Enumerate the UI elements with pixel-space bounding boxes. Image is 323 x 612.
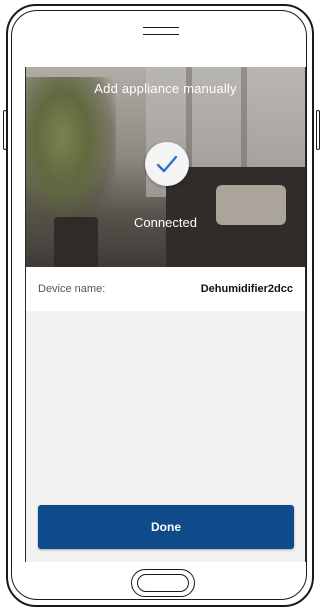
page-title: Add appliance manually <box>94 81 237 96</box>
earpiece-speaker-lower <box>143 34 179 35</box>
done-button[interactable]: Done <box>38 505 294 549</box>
connection-status: Connected <box>134 215 197 230</box>
volume-button <box>3 110 7 150</box>
device-name-row: Device name: Dehumidifier2dcc <box>26 267 305 311</box>
checkmark-icon <box>145 142 189 186</box>
home-button[interactable] <box>131 569 195 597</box>
device-name-label: Device name: <box>38 283 106 295</box>
earpiece-speaker <box>143 27 179 28</box>
app-screen: Add appliance manually Connected Device … <box>25 67 306 562</box>
hero-banner: Add appliance manually Connected <box>26 67 305 267</box>
device-name-value: Dehumidifier2dcc <box>200 283 293 295</box>
power-button <box>316 110 320 150</box>
